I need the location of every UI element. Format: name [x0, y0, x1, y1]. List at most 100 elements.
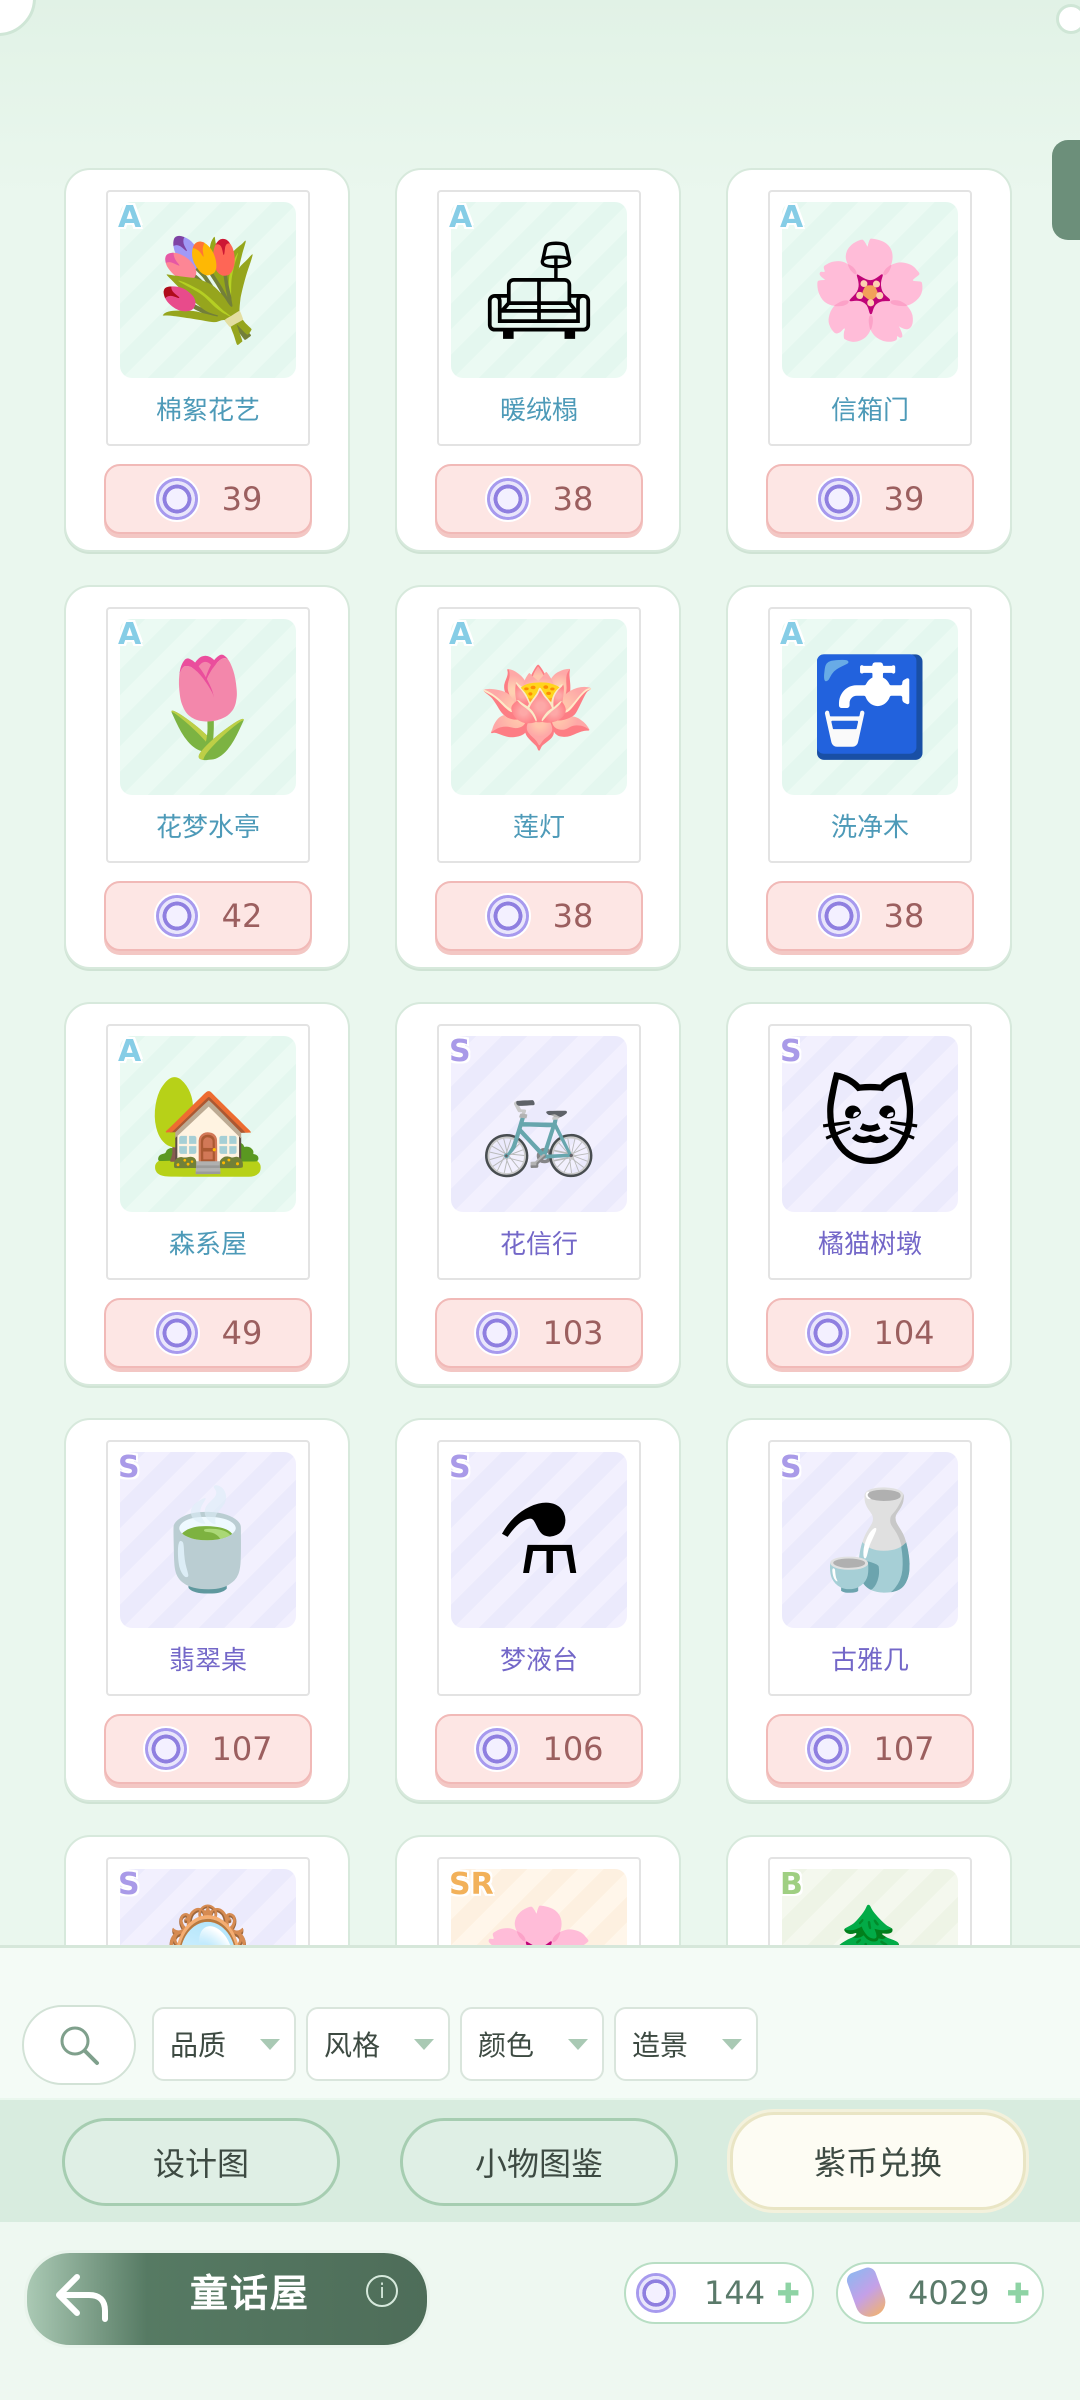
item-card[interactable]: 🏡 A 森系屋 49: [64, 1002, 350, 1386]
exchange-price-button[interactable]: 39: [766, 464, 974, 534]
purple-coin-icon: [805, 1726, 852, 1772]
rarity-badge: A: [780, 617, 804, 652]
crystal-value: 4029: [908, 2274, 990, 2312]
quality-filter[interactable]: 品质: [152, 2007, 296, 2081]
plant-icon: 🌲: [810, 1909, 930, 1945]
item-image: 🌷: [120, 619, 296, 795]
exchange-price-button[interactable]: 38: [435, 881, 643, 951]
shape-filter[interactable]: 造景: [614, 2007, 758, 2081]
price-value: 107: [873, 1730, 935, 1768]
item-card[interactable]: 💐 A 棉絮花艺 39: [64, 168, 350, 552]
exchange-price-button[interactable]: 106: [435, 1714, 643, 1784]
exchange-price-button[interactable]: 107: [766, 1714, 974, 1784]
purple-coin-icon: [474, 1310, 521, 1356]
item-name: 信箱门: [830, 396, 909, 426]
item-image: 🌲: [782, 1869, 958, 1945]
rarity-badge: A: [449, 200, 473, 235]
style-filter[interactable]: 风格: [306, 2007, 450, 2081]
item-name: 花梦水亭: [155, 813, 260, 843]
item-image: 🪷: [451, 619, 627, 795]
pavilion-icon: 🌷: [148, 651, 268, 763]
price-value: 107: [211, 1730, 273, 1768]
item-frame: 🌸 SR: [437, 1857, 641, 1945]
purple-coin-icon: [484, 476, 531, 522]
price-value: 42: [221, 897, 263, 935]
price-value: 104: [873, 1314, 935, 1352]
item-card[interactable]: 🪷 A 莲灯 38: [395, 585, 681, 969]
item-image: 🪞: [120, 1869, 296, 1945]
exchange-price-button[interactable]: 104: [766, 1298, 974, 1368]
chevron-down-icon: [414, 2039, 434, 2050]
item-image: 🚰: [782, 619, 958, 795]
rarity-badge: A: [118, 617, 142, 652]
item-name: 花信行: [499, 1230, 578, 1260]
item-image: 💐: [120, 202, 296, 378]
item-card[interactable]: 🪞S: [64, 1835, 350, 1945]
item-image: 🐱: [782, 1036, 958, 1212]
item-name: 棉絮花艺: [155, 396, 260, 426]
purple-coin-icon: [815, 893, 862, 939]
item-card[interactable]: ⚗ S 梦液台 106: [395, 1418, 681, 1802]
item-card[interactable]: 🍶 S 古雅几 107: [726, 1418, 1012, 1802]
item-card[interactable]: 🛋 A 暖绒榻 38: [395, 168, 681, 552]
crystal-icon: [844, 2265, 890, 2321]
quality-filter-label: 品质: [170, 2029, 227, 2062]
blossom-icon: 🌸: [479, 1909, 599, 1945]
exchange-price-button[interactable]: 103: [435, 1298, 643, 1368]
tab-exchange[interactable]: 紫币兑换: [730, 2112, 1026, 2210]
item-card[interactable]: 🌸 A 信箱门 39: [726, 168, 1012, 552]
item-frame: 🛋 A 暖绒榻: [437, 190, 641, 446]
item-image: ⚗: [451, 1452, 627, 1628]
item-card[interactable]: 🍵 S 翡翠桌 107: [64, 1418, 350, 1802]
exchange-price-button[interactable]: 38: [435, 464, 643, 534]
exchange-price-button[interactable]: 49: [104, 1298, 312, 1368]
rarity-badge: A: [118, 1034, 142, 1069]
item-frame: 🌷 A 花梦水亭: [106, 607, 310, 863]
color-filter[interactable]: 颜色: [460, 2007, 604, 2081]
item-image: 🚲: [451, 1036, 627, 1212]
rarity-badge: S: [449, 1034, 471, 1069]
page-title: 童话屋: [190, 2271, 311, 2316]
price-value: 38: [883, 897, 925, 935]
cat-stump-icon: 🐱: [819, 1068, 921, 1180]
purple-coin-icon: [153, 1310, 200, 1356]
antique-table-icon: 🍶: [810, 1484, 930, 1596]
lotus-lamp-icon: 🪷: [479, 651, 599, 763]
item-frame: 💐 A 棉絮花艺: [106, 190, 310, 446]
flower-arch-icon: 🌸: [810, 234, 930, 346]
exchange-price-button[interactable]: 42: [104, 881, 312, 951]
item-card[interactable]: 🌷 A 花梦水亭 42: [64, 585, 350, 969]
rarity-badge: S: [118, 1450, 140, 1485]
rarity-badge: A: [780, 200, 804, 235]
item-card[interactable]: 🚲 S 花信行 103: [395, 1002, 681, 1386]
add-icon: ✚: [776, 2277, 800, 2310]
item-card[interactable]: 🐱 S 橘猫树墩 104: [726, 1002, 1012, 1386]
exchange-price-button[interactable]: 107: [104, 1714, 312, 1784]
item-image: 🍵: [120, 1452, 296, 1628]
purple-coin-icon: [805, 1310, 852, 1356]
info-icon[interactable]: i: [366, 2275, 398, 2307]
search-button[interactable]: [22, 2005, 136, 2085]
tab-collection-label: 小物图鉴: [474, 2145, 603, 2183]
item-card[interactable]: 🌸 SR: [395, 1835, 681, 1945]
item-name: 梦液台: [499, 1646, 578, 1676]
tab-blueprint[interactable]: 设计图: [62, 2118, 340, 2206]
item-name: 森系屋: [168, 1230, 247, 1260]
add-icon: ✚: [1006, 2277, 1030, 2310]
item-frame: 🌲B: [768, 1857, 972, 1945]
crystal-counter[interactable]: 4029 ✚: [836, 2262, 1044, 2324]
item-name: 翡翠桌: [168, 1646, 247, 1676]
exchange-price-button[interactable]: 39: [104, 464, 312, 534]
chevron-down-icon: [722, 2039, 742, 2050]
item-card[interactable]: 🌲B: [726, 1835, 1012, 1945]
exchange-price-button[interactable]: 38: [766, 881, 974, 951]
purple-coin-counter[interactable]: 144 ✚: [624, 2262, 814, 2324]
purple-coin-icon: [153, 893, 200, 939]
dream-stand-icon: ⚗: [495, 1484, 583, 1596]
rarity-badge: A: [118, 200, 142, 235]
item-card[interactable]: 🚰 A 洗净木 38: [726, 585, 1012, 969]
item-name: 橘猫树墩: [817, 1230, 922, 1260]
rarity-badge: SR: [449, 1867, 494, 1902]
tab-collection[interactable]: 小物图鉴: [400, 2118, 678, 2206]
item-image: 🌸: [782, 202, 958, 378]
